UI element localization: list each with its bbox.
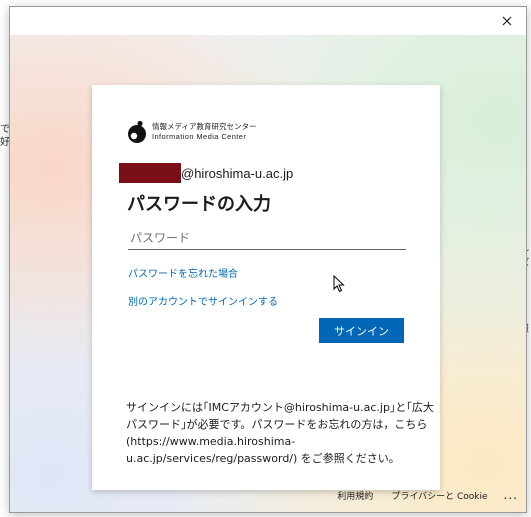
imc-logo-icon bbox=[128, 120, 146, 143]
dialog-footer: 利用規約 プライバシーと Cookie ... bbox=[319, 488, 518, 502]
dialog-content: 情報メディア教育研究センター Information Media Center … bbox=[10, 35, 526, 512]
privacy-cookie-link[interactable]: プライバシーと Cookie bbox=[391, 489, 487, 502]
signin-notice: サインインには｢IMCアカウント@hiroshima-u.ac.jp｣と｢広大 … bbox=[126, 399, 434, 467]
signin-card: 情報メディア教育研究センター Information Media Center … bbox=[92, 85, 440, 490]
other-account-link[interactable]: 別のアカウントでサインインする bbox=[128, 293, 278, 308]
account-identity: @hiroshima-u.ac.jp bbox=[119, 163, 293, 183]
password-input[interactable] bbox=[128, 227, 406, 250]
notice-line: (https://www.media.hiroshima- bbox=[126, 435, 296, 448]
page-title: パスワードの入力 bbox=[127, 194, 271, 215]
notice-line: パスワード｣が必要です。パスワードをお忘れの方は，こちら bbox=[126, 418, 428, 431]
more-options-button[interactable]: ... bbox=[504, 488, 518, 502]
mouse-cursor-icon bbox=[333, 275, 345, 293]
logo-name-ja: 情報メディア教育研究センター bbox=[152, 122, 257, 131]
signin-button[interactable]: サインイン bbox=[319, 318, 404, 343]
notice-line: サインインには｢IMCアカウント@hiroshima-u.ac.jp｣と｢広大 bbox=[126, 401, 434, 414]
account-domain: @hiroshima-u.ac.jp bbox=[181, 165, 294, 181]
forgot-password-link[interactable]: パスワードを忘れた場合 bbox=[128, 265, 238, 280]
imc-logo: 情報メディア教育研究センター Information Media Center bbox=[125, 120, 256, 144]
notice-line: u.ac.jp/services/reg/password/) をご参照ください… bbox=[126, 452, 400, 465]
close-icon bbox=[502, 16, 512, 26]
logo-name-en: Information Media Center bbox=[152, 132, 247, 141]
dialog-titlebar bbox=[10, 7, 526, 35]
close-button[interactable] bbox=[496, 11, 518, 31]
terms-link[interactable]: 利用規約 bbox=[337, 489, 373, 502]
signin-dialog: 情報メディア教育研究センター Information Media Center … bbox=[9, 6, 527, 513]
redacted-username bbox=[119, 163, 181, 183]
